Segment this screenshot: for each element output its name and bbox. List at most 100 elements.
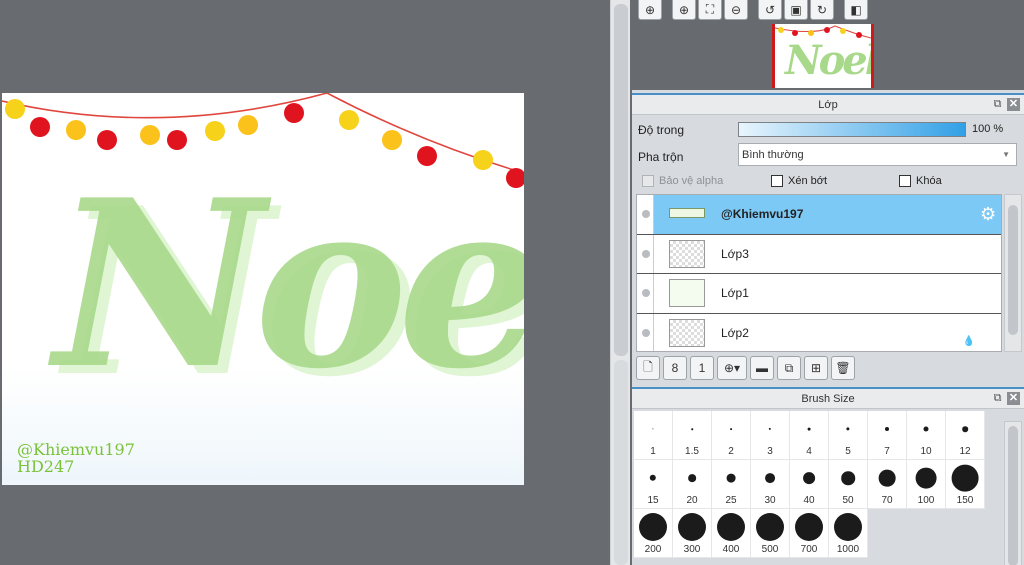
undock-icon[interactable]: ⧉: [991, 98, 1004, 111]
flip-icon[interactable]: ◧: [844, 0, 868, 20]
trash-icon[interactable]: 🗑: [831, 356, 855, 380]
brush-size-label: 7: [884, 446, 890, 457]
layer-thumbnail: [669, 208, 705, 218]
canvas-scroll-track[interactable]: [614, 360, 628, 565]
brush-panel-title: Brush Size: [801, 393, 855, 405]
brush-dot-icon: [726, 473, 736, 483]
brush-size-option[interactable]: 100: [907, 460, 946, 509]
brush-dot-icon: [649, 474, 657, 482]
layer-panel-title: Lớp: [818, 99, 838, 111]
canvas-area[interactable]: Noel Noel @Khiemvu197 HD247: [0, 0, 610, 565]
brush-size-option[interactable]: 200: [634, 509, 673, 558]
rotate-left-icon[interactable]: ↺: [758, 0, 782, 20]
layer-row[interactable]: Lớp1: [637, 274, 1001, 314]
brush-size-option[interactable]: 10: [907, 411, 946, 460]
brush-scroll-thumb[interactable]: [1008, 426, 1018, 565]
brush-size-option[interactable]: 1000: [829, 509, 868, 558]
close-icon[interactable]: ✕: [1007, 98, 1020, 111]
brush-size-label: 5: [845, 446, 851, 457]
brush-size-label: 20: [686, 495, 698, 506]
undock-icon[interactable]: ⧉: [991, 392, 1004, 405]
brush-dot-icon: [803, 472, 815, 484]
folder-icon[interactable]: ▬: [750, 356, 774, 380]
new-1bit-layer-icon[interactable]: 1: [690, 356, 714, 380]
opacity-slider[interactable]: [738, 122, 966, 137]
brush-size-option[interactable]: 400: [712, 509, 751, 558]
brush-dot-icon: [807, 427, 811, 431]
clipping-label: Xén bớt: [788, 175, 828, 187]
layer-visibility-toggle[interactable]: [637, 195, 654, 234]
brush-size-label: 4: [806, 446, 812, 457]
brush-size-label: 100: [917, 495, 935, 506]
layer-row[interactable]: Lớp3: [637, 234, 1001, 274]
brush-size-option[interactable]: 700: [790, 509, 829, 558]
brush-size-option[interactable]: 5: [829, 411, 868, 460]
protect-alpha-checkbox[interactable]: Bảo vệ alpha: [642, 175, 723, 187]
brush-dot-icon: [841, 471, 855, 485]
brush-size-label: 3: [767, 446, 773, 457]
brush-dot-icon: [951, 464, 979, 492]
brush-size-option[interactable]: 1.5: [673, 411, 712, 460]
layer-name: Lớp2: [721, 325, 749, 340]
layer-row[interactable]: Lớp2 💧: [637, 313, 1001, 351]
brush-size-label: 700: [800, 544, 818, 555]
add-layer-dropdown-icon[interactable]: ⊕▾: [717, 356, 747, 380]
layer-scroll-thumb[interactable]: [1008, 205, 1018, 335]
brush-size-option[interactable]: 15: [634, 460, 673, 509]
brush-size-label: 15: [647, 495, 659, 506]
new-8bit-layer-icon[interactable]: 8: [663, 356, 687, 380]
brush-dot-icon: [717, 513, 745, 541]
brush-size-option[interactable]: 2: [712, 411, 751, 460]
brush-dot-icon: [795, 513, 823, 541]
brush-size-option[interactable]: 300: [673, 509, 712, 558]
layer-thumbnail: [669, 239, 705, 268]
new-layer-icon[interactable]: 🗋: [636, 356, 660, 380]
brush-size-option[interactable]: 3: [751, 411, 790, 460]
brush-size-option[interactable]: 50: [829, 460, 868, 509]
brush-dot-icon: [765, 473, 775, 483]
brush-dot-icon: [639, 513, 667, 541]
canvas-scroll-thumb[interactable]: [614, 4, 628, 356]
layer-visibility-toggle[interactable]: [637, 234, 654, 273]
brush-size-option[interactable]: 30: [751, 460, 790, 509]
canvas-scrollbar[interactable]: [610, 0, 630, 565]
brush-size-option[interactable]: 500: [751, 509, 790, 558]
brush-dot-icon: [923, 426, 929, 432]
brush-panel-scrollbar[interactable]: [1004, 421, 1022, 565]
blend-mode-select[interactable]: Bình thường ▼: [738, 143, 1017, 166]
brush-size-option[interactable]: 7: [868, 411, 907, 460]
checkbox-box: [899, 175, 911, 187]
actual-size-icon[interactable]: ▣: [784, 0, 808, 20]
right-panel: ⊕ ⊕ ⛶ ⊖ ↺ ▣ ↻ ◧ Noel Lớp ⧉ ✕ Độ trong 10…: [632, 0, 1024, 565]
fit-screen-icon[interactable]: ⛶: [698, 0, 722, 20]
gear-icon[interactable]: ⚙: [980, 205, 998, 223]
brush-dot-icon: [730, 428, 732, 430]
zoom-in-icon[interactable]: ⊕: [672, 0, 696, 20]
layer-visibility-toggle[interactable]: [637, 313, 654, 351]
brush-size-option[interactable]: 4: [790, 411, 829, 460]
brush-size-panel: Brush Size ⧉ ✕ 1 1.5 2 3 4 5 7 10 12 15 20 25 30 40 50…: [632, 387, 1024, 565]
brush-size-option[interactable]: 1: [634, 411, 673, 460]
close-icon[interactable]: ✕: [1007, 392, 1020, 405]
brush-size-option[interactable]: 25: [712, 460, 751, 509]
merge-layer-icon[interactable]: ⊞: [804, 356, 828, 380]
brush-size-option[interactable]: 12: [946, 411, 985, 460]
brush-size-option[interactable]: 40: [790, 460, 829, 509]
layer-row-selected[interactable]: @Khiemvu197 ⚙: [637, 195, 1001, 235]
layer-visibility-toggle[interactable]: [637, 274, 654, 313]
lock-checkbox[interactable]: Khóa: [899, 175, 942, 187]
zoom-out-icon[interactable]: ⊖: [724, 0, 748, 20]
opacity-value: 100 %: [972, 123, 1004, 135]
brush-size-option[interactable]: 150: [946, 460, 985, 509]
clipping-checkbox[interactable]: Xén bớt: [771, 175, 827, 187]
brush-dot-icon: [885, 427, 889, 431]
layer-list-scrollbar[interactable]: [1004, 194, 1022, 352]
zoom-in-icon[interactable]: ⊕: [638, 0, 662, 20]
navigator-preview[interactable]: Noel: [772, 24, 883, 88]
brush-size-option[interactable]: 70: [868, 460, 907, 509]
rotate-right-icon[interactable]: ↻: [810, 0, 834, 20]
artwork-canvas[interactable]: Noel Noel @Khiemvu197 HD247: [2, 93, 524, 485]
duplicate-layer-icon[interactable]: ⧉: [777, 356, 801, 380]
brush-size-label: 300: [683, 544, 701, 555]
brush-size-option[interactable]: 20: [673, 460, 712, 509]
